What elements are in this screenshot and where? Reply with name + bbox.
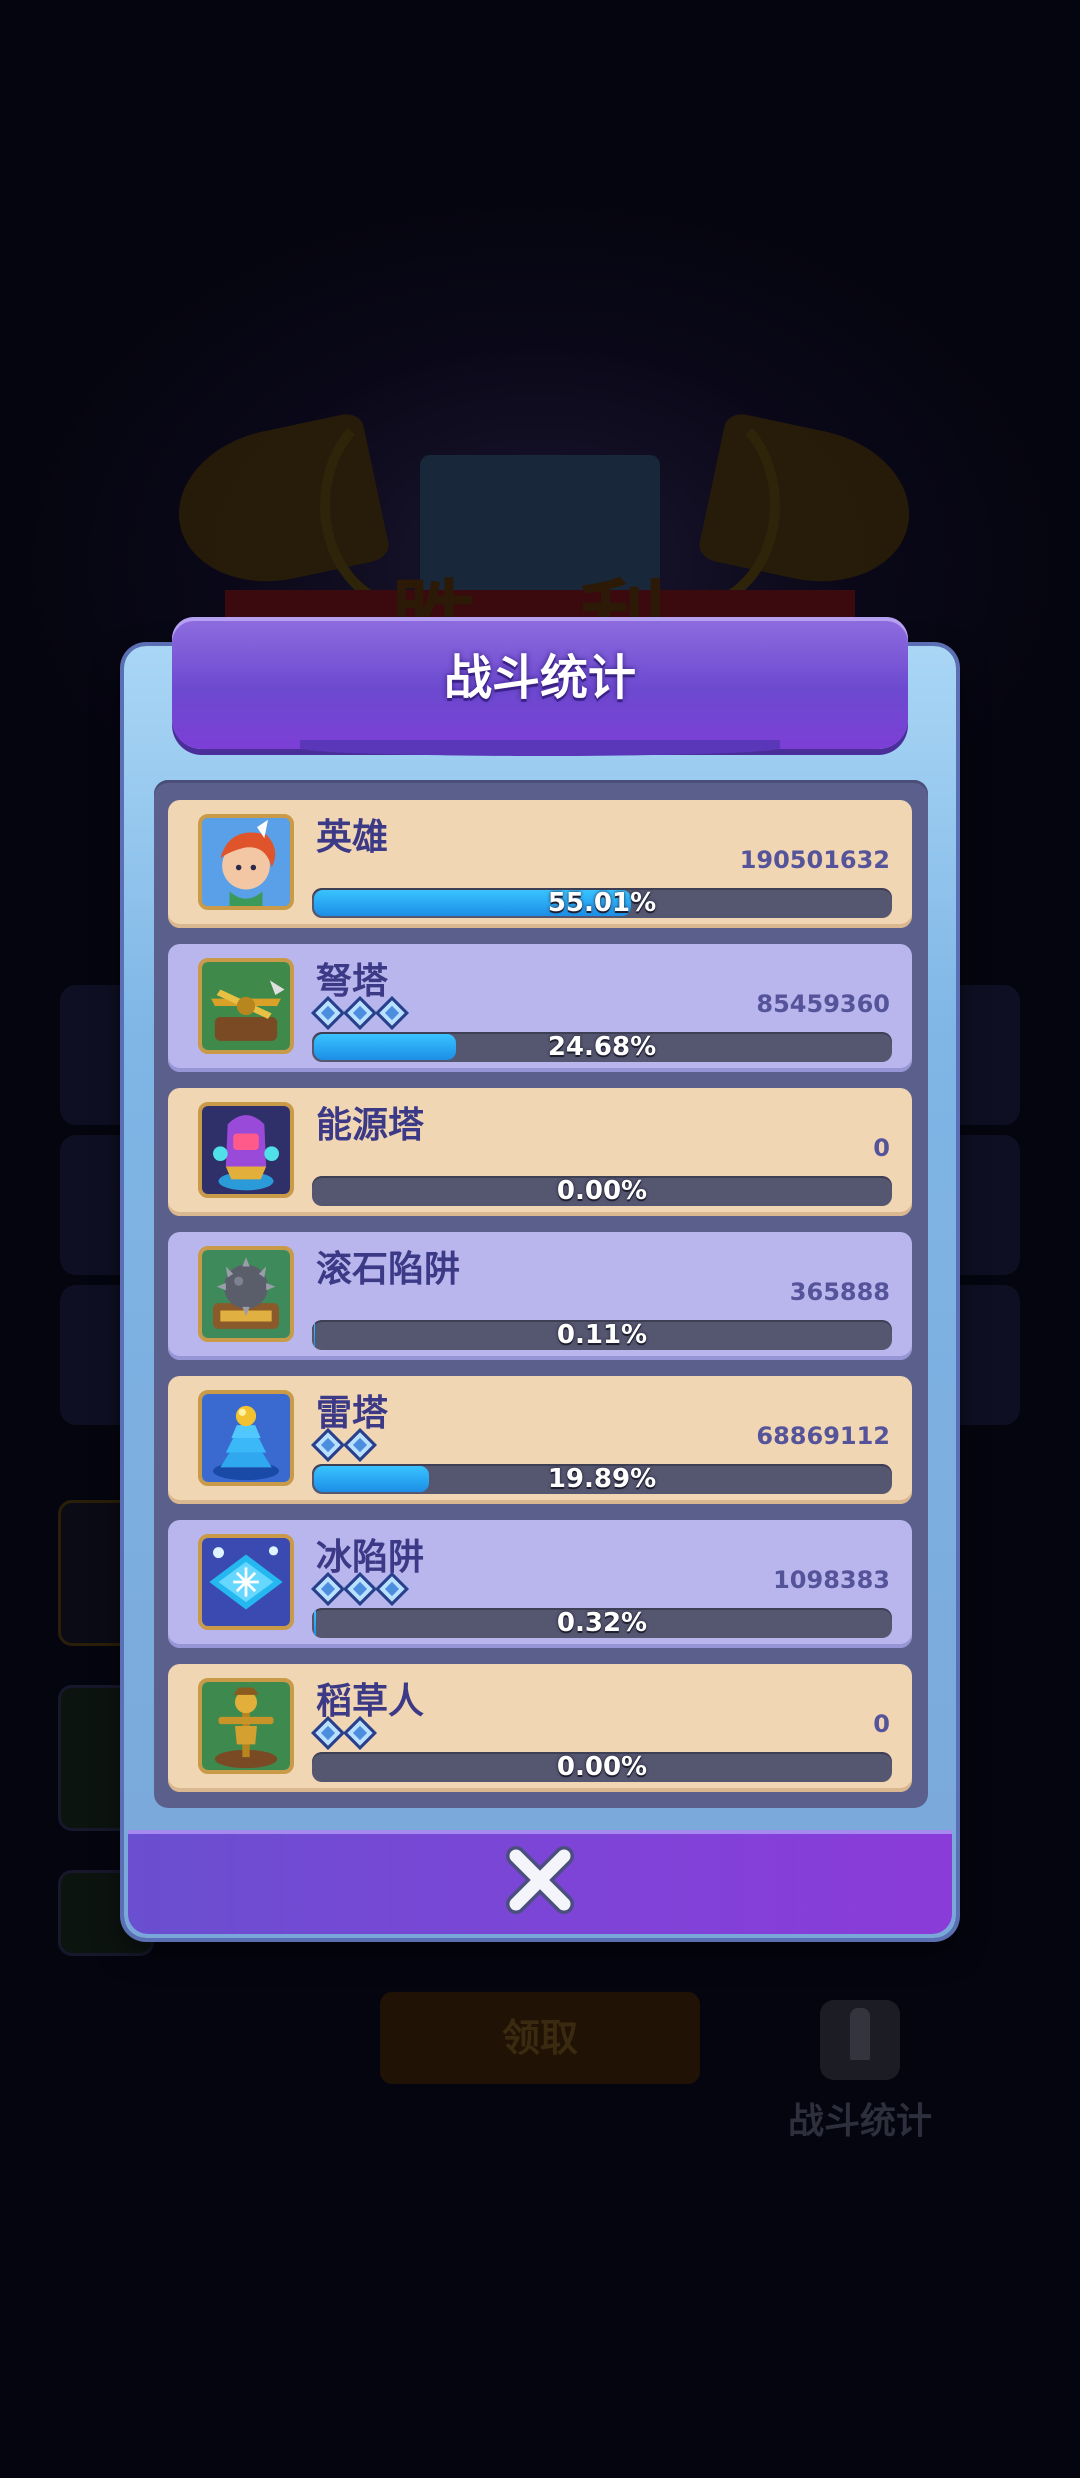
energy-tower-icon bbox=[198, 1102, 294, 1198]
damage-share-bar: 19.89% bbox=[312, 1464, 892, 1494]
stats-row-thunder-tower: 雷塔 68869112 19.89% bbox=[168, 1376, 912, 1504]
damage-share-percent: 0.00% bbox=[556, 1752, 648, 1782]
damage-share-percent: 24.68% bbox=[547, 1032, 657, 1062]
damage-value: 0 bbox=[873, 1134, 890, 1162]
damage-share-bar: 24.68% bbox=[312, 1032, 892, 1062]
claim-button[interactable]: 领取 bbox=[380, 1992, 700, 2084]
damage-share-percent: 19.89% bbox=[547, 1464, 657, 1494]
stats-row-hero: 英雄 190501632 55.01% bbox=[168, 800, 912, 928]
star-icon bbox=[343, 1428, 377, 1462]
stats-row-scarecrow: 稻草人 0 0.00% bbox=[168, 1664, 912, 1792]
star-rating bbox=[311, 1428, 377, 1462]
damage-share-percent: 0.32% bbox=[556, 1608, 648, 1638]
damage-value: 68869112 bbox=[756, 1422, 890, 1450]
scarecrow-icon bbox=[198, 1678, 294, 1774]
damage-share-percent: 0.00% bbox=[556, 1176, 648, 1206]
dialog-title: 战斗统计 bbox=[443, 650, 636, 706]
star-icon bbox=[375, 1572, 409, 1606]
star-icon bbox=[375, 996, 409, 1030]
damage-value: 1098383 bbox=[773, 1566, 890, 1594]
damage-share-bar: 55.01% bbox=[312, 888, 892, 918]
star-icon bbox=[311, 1572, 345, 1606]
close-icon bbox=[506, 1846, 574, 1914]
damage-value: 365888 bbox=[789, 1278, 890, 1306]
unit-name: 能源塔 bbox=[316, 1105, 425, 1146]
thunder-tower-icon bbox=[198, 1390, 294, 1486]
hero-portrait-icon bbox=[198, 814, 294, 910]
star-icon bbox=[343, 996, 377, 1030]
stats-row-crossbow-tower: 弩塔 85459360 24.68% bbox=[168, 944, 912, 1072]
damage-share-bar: 0.11% bbox=[312, 1320, 892, 1350]
damage-value: 85459360 bbox=[756, 990, 890, 1018]
battle-stats-label[interactable]: 战斗统计 bbox=[770, 2092, 950, 2144]
damage-value: 190501632 bbox=[739, 846, 890, 874]
star-rating bbox=[311, 1716, 377, 1750]
stats-row-energy-tower: 能源塔 0 0.00% bbox=[168, 1088, 912, 1216]
game-screen: 胜 利 领取 战斗统计 战斗统计 英雄 190501632 55.01% 弩塔 bbox=[0, 0, 1080, 2478]
damage-share-bar: 0.00% bbox=[312, 1752, 892, 1782]
star-icon bbox=[311, 1428, 345, 1462]
crossbow-tower-icon bbox=[198, 958, 294, 1054]
stats-row-rolling-stone-trap: 滚石陷阱 365888 0.11% bbox=[168, 1232, 912, 1360]
star-rating bbox=[311, 1572, 409, 1606]
damage-value: 0 bbox=[873, 1710, 890, 1738]
battle-stats-icon[interactable] bbox=[820, 2000, 900, 2080]
star-icon bbox=[311, 1716, 345, 1750]
star-rating bbox=[311, 996, 409, 1030]
dialog-header-tip bbox=[300, 740, 780, 756]
ice-trap-icon bbox=[198, 1534, 294, 1630]
star-icon bbox=[343, 1716, 377, 1750]
damage-share-percent: 0.11% bbox=[556, 1320, 648, 1350]
damage-share-bar: 0.32% bbox=[312, 1608, 892, 1638]
unit-name: 滚石陷阱 bbox=[316, 1249, 461, 1290]
stats-row-ice-trap: 冰陷阱 1098383 0.32% bbox=[168, 1520, 912, 1648]
unit-name: 英雄 bbox=[316, 817, 389, 858]
star-icon bbox=[343, 1572, 377, 1606]
close-button[interactable] bbox=[502, 1840, 578, 1920]
damage-share-bar: 0.00% bbox=[312, 1176, 892, 1206]
damage-share-percent: 55.01% bbox=[547, 888, 657, 918]
star-icon bbox=[311, 996, 345, 1030]
rolling-stone-trap-icon bbox=[198, 1246, 294, 1342]
